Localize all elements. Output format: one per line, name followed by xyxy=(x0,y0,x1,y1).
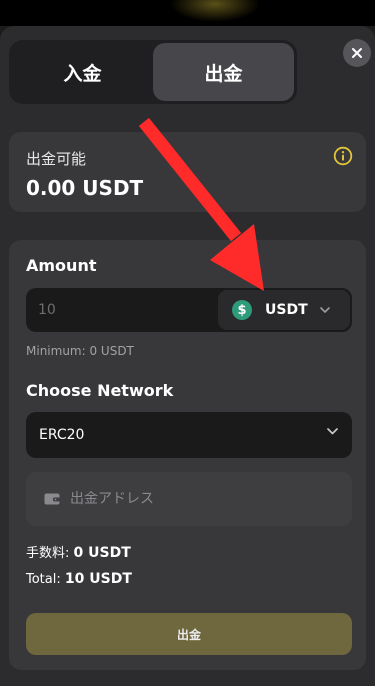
network-select[interactable]: ERC20 xyxy=(26,412,352,458)
available-balance-card: 出金可能 0.00 USDT xyxy=(9,132,366,212)
withdraw-address-field[interactable] xyxy=(26,472,352,526)
withdraw-form-card: Amount $ USDT Minimum: 0 USDT Choose Net… xyxy=(9,240,366,670)
tab-withdraw[interactable]: 出金 xyxy=(153,43,294,101)
currency-label: USDT xyxy=(265,302,308,318)
fee-value: 0 USDT xyxy=(73,545,131,561)
minimum-amount-hint: Minimum: 0 USDT xyxy=(26,344,134,358)
fee-label: 手数料: xyxy=(26,546,70,561)
top-backdrop xyxy=(0,0,375,26)
chevron-down-icon xyxy=(319,307,330,313)
network-selected-value: ERC20 xyxy=(39,427,85,443)
close-button[interactable] xyxy=(343,39,371,67)
deposit-withdraw-tabs: 入金 出金 xyxy=(9,40,297,104)
choose-network-label: Choose Network xyxy=(26,381,174,400)
amount-input[interactable] xyxy=(26,288,216,332)
wallet-icon xyxy=(44,493,60,505)
dollar-coin-icon: $ xyxy=(232,300,252,320)
total-value: 10 USDT xyxy=(64,571,132,587)
backdrop-glow xyxy=(170,0,260,22)
fee-line: 手数料: 0 USDT xyxy=(26,542,131,561)
currency-select[interactable]: $ USDT xyxy=(218,290,350,330)
tab-deposit[interactable]: 入金 xyxy=(12,43,153,101)
close-icon xyxy=(352,48,362,58)
address-input[interactable] xyxy=(70,491,330,507)
total-line: Total: 10 USDT xyxy=(26,571,132,587)
info-icon[interactable] xyxy=(333,146,353,166)
balance-value: 0.00 USDT xyxy=(26,176,144,200)
amount-row: $ USDT xyxy=(26,288,352,332)
chevron-down-icon xyxy=(327,428,338,435)
balance-label: 出金可能 xyxy=(26,150,87,168)
withdraw-submit-button[interactable]: 出金 xyxy=(26,613,352,655)
amount-label: Amount xyxy=(26,256,97,275)
total-label: Total: xyxy=(26,572,61,587)
